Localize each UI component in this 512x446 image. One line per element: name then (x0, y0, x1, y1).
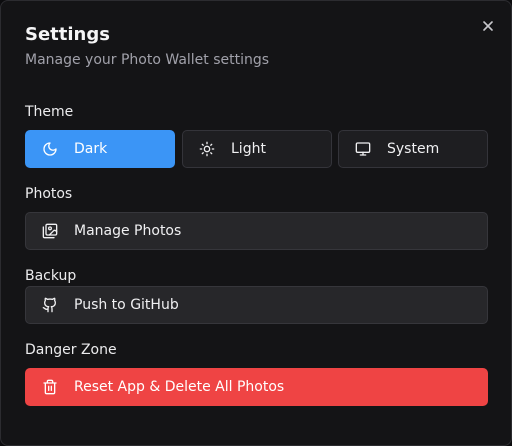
dialog-subtitle: Manage your Photo Wallet settings (25, 52, 270, 68)
reset-app-button[interactable]: Reset App & Delete All Photos (25, 368, 488, 406)
theme-dark-label: Dark (74, 141, 108, 157)
manage-photos-button[interactable]: Manage Photos (25, 212, 488, 250)
reset-app-label: Reset App & Delete All Photos (74, 379, 285, 395)
theme-light-button[interactable]: Light (182, 130, 332, 168)
dialog-title: Settings (25, 24, 110, 45)
theme-system-label: System (387, 141, 440, 157)
danger-zone-label: Danger Zone (25, 342, 117, 358)
backup-label: Backup (25, 268, 77, 284)
moon-icon (42, 141, 58, 157)
theme-dark-button[interactable]: Dark (25, 130, 175, 168)
images-icon (42, 223, 58, 239)
monitor-icon (355, 141, 371, 157)
push-to-github-button[interactable]: Push to GitHub (25, 286, 488, 324)
github-icon (42, 297, 58, 313)
trash-icon (42, 379, 58, 395)
push-to-github-label: Push to GitHub (74, 297, 179, 313)
settings-dialog: Settings Manage your Photo Wallet settin… (0, 0, 512, 446)
theme-light-label: Light (231, 141, 266, 157)
manage-photos-label: Manage Photos (74, 223, 182, 239)
theme-system-button[interactable]: System (338, 130, 488, 168)
sun-icon (199, 141, 215, 157)
photos-label: Photos (25, 186, 73, 202)
close-icon[interactable] (479, 17, 497, 35)
theme-label: Theme (25, 104, 74, 120)
